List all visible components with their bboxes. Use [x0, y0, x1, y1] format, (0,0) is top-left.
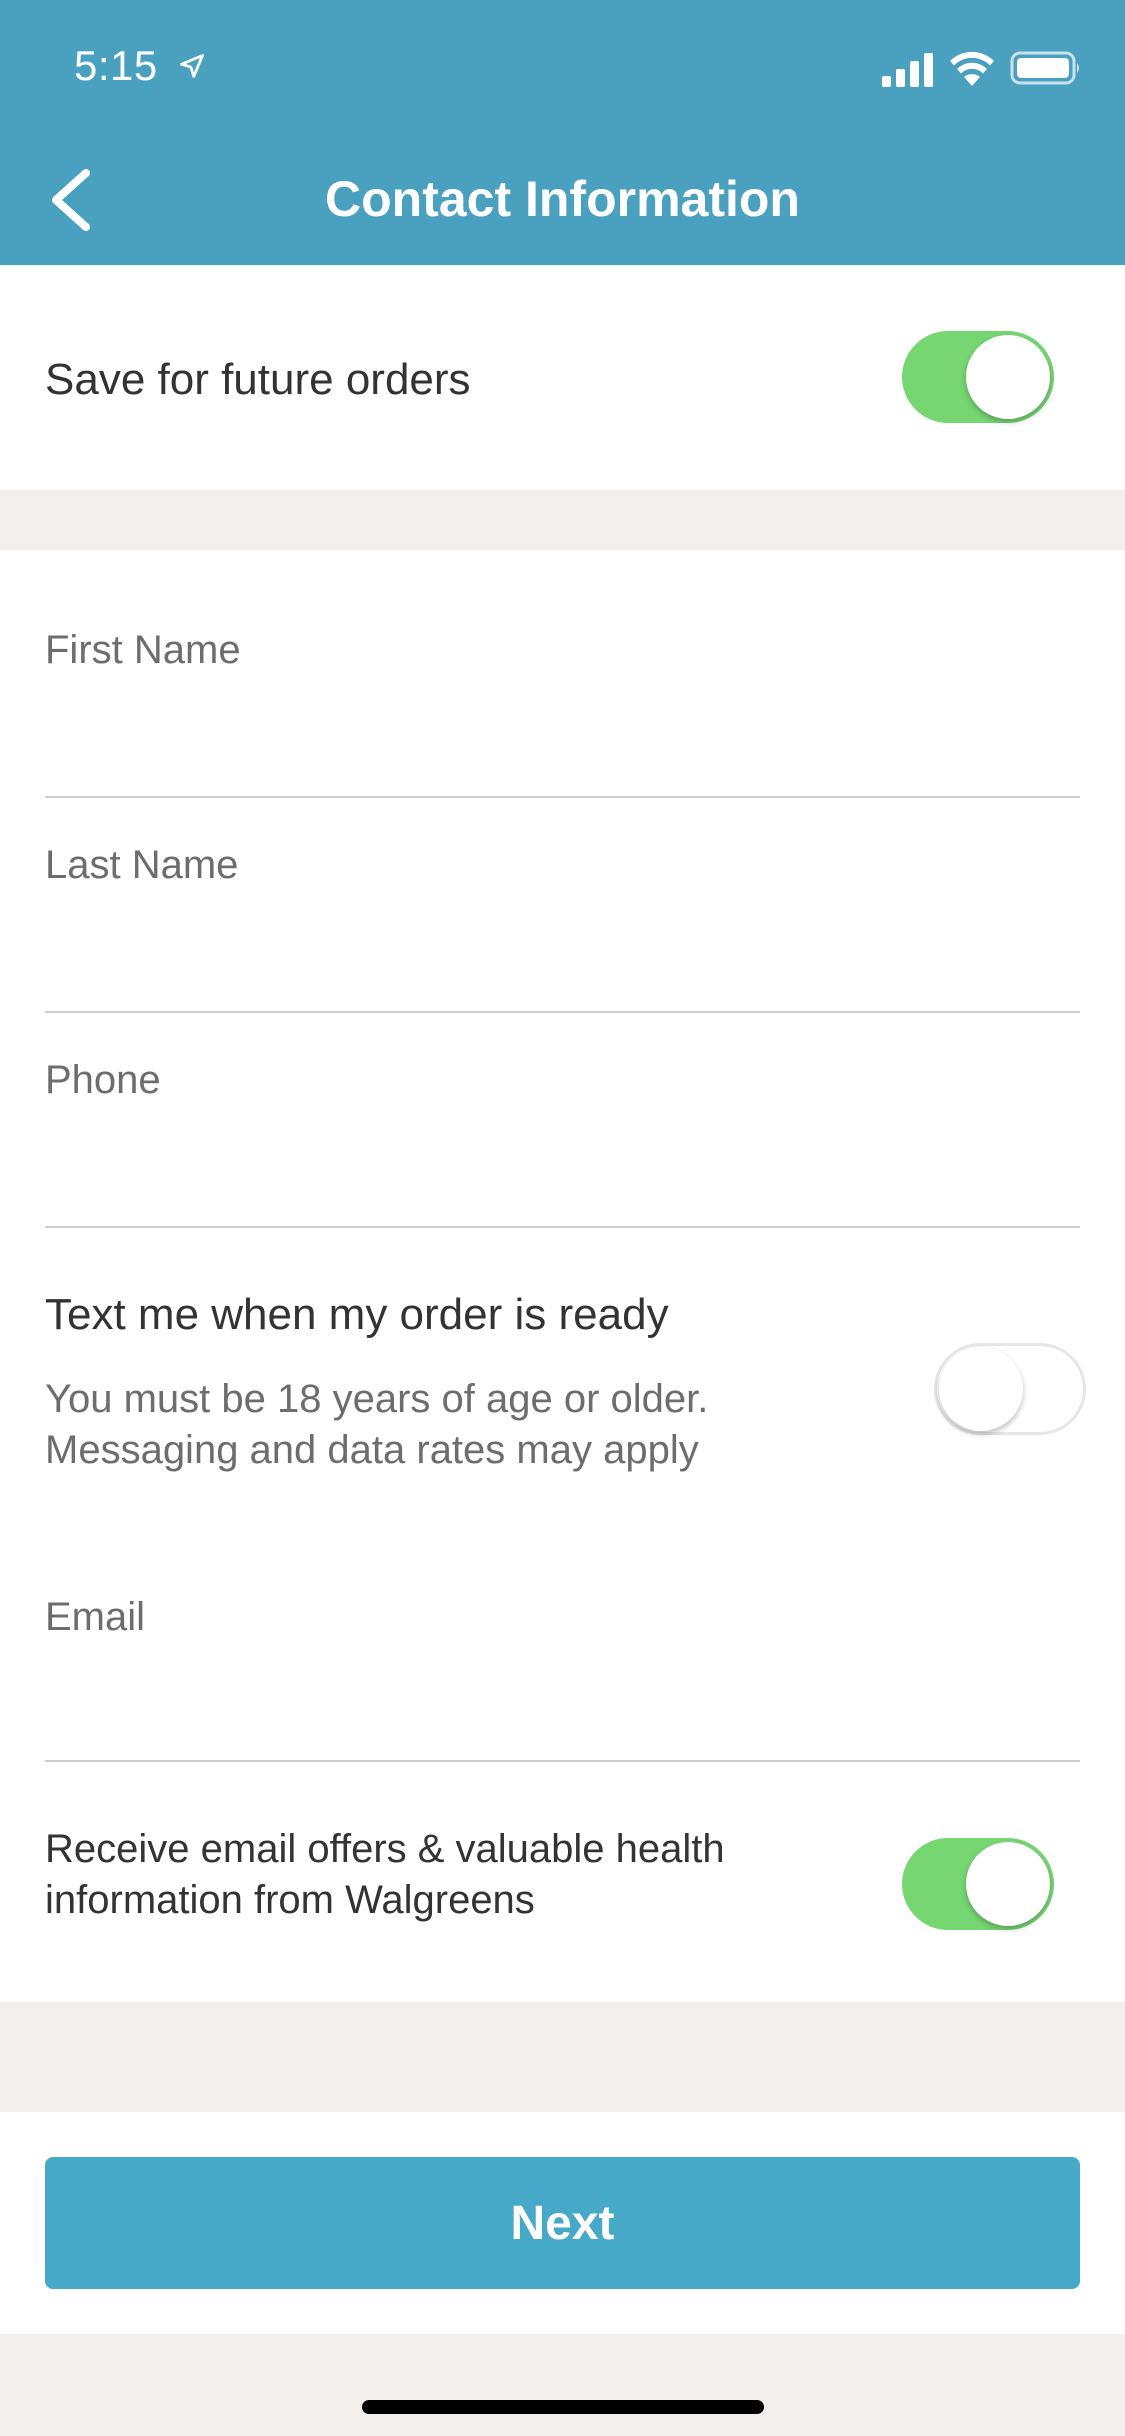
- save-orders-section: Save for future orders: [0, 265, 1125, 490]
- divider: [45, 1760, 1080, 1762]
- save-orders-label: Save for future orders: [45, 355, 471, 404]
- toggle-knob: [966, 1842, 1050, 1926]
- last-name-input[interactable]: [45, 916, 1080, 976]
- email-offers-label-line1: Receive email offers & valuable health: [45, 1827, 725, 1871]
- phone-label: Phone: [45, 1058, 161, 1102]
- contact-information-screen: 5:15 Contact Information Save for future…: [0, 0, 1125, 2436]
- battery-icon: [1010, 51, 1079, 85]
- footer-section: Next: [0, 2112, 1125, 2334]
- text-me-label: Text me when my order is ready: [45, 1290, 669, 1339]
- last-name-label: Last Name: [45, 843, 239, 887]
- age-requirement-note: You must be 18 years of age or older.: [45, 1377, 709, 1421]
- page-title: Contact Information: [325, 171, 800, 227]
- save-orders-toggle[interactable]: [902, 331, 1054, 423]
- phone-field: Phone: [45, 1013, 1080, 1228]
- home-indicator[interactable]: [362, 2400, 764, 2414]
- toggle-knob: [939, 1347, 1023, 1431]
- wifi-icon: [950, 51, 994, 86]
- last-name-field: Last Name: [45, 798, 1080, 1013]
- divider: [45, 1226, 1080, 1228]
- email-label: Email: [45, 1595, 146, 1639]
- next-button[interactable]: Next: [45, 2157, 1080, 2289]
- phone-input[interactable]: [45, 1131, 1080, 1191]
- toggle-knob: [966, 335, 1050, 419]
- location-arrow-icon: [180, 54, 204, 78]
- status-time: 5:15: [74, 42, 158, 89]
- nav-header: 5:15 Contact Information: [0, 0, 1125, 265]
- first-name-field: First Name: [45, 550, 1080, 800]
- email-field: Email: [45, 1547, 1080, 1762]
- messaging-rates-note: Messaging and data rates may apply: [45, 1428, 699, 1472]
- cellular-signal-icon: [882, 53, 933, 87]
- contact-form: First Name Last Name Phone Text me when …: [0, 550, 1125, 2002]
- email-offers-label-line2: information from Walgreens: [45, 1878, 535, 1922]
- text-me-toggle[interactable]: [934, 1343, 1086, 1435]
- first-name-label: First Name: [45, 628, 241, 672]
- email-offers-toggle[interactable]: [902, 1838, 1054, 1930]
- first-name-input[interactable]: [45, 700, 1080, 760]
- email-input[interactable]: [45, 1665, 1080, 1725]
